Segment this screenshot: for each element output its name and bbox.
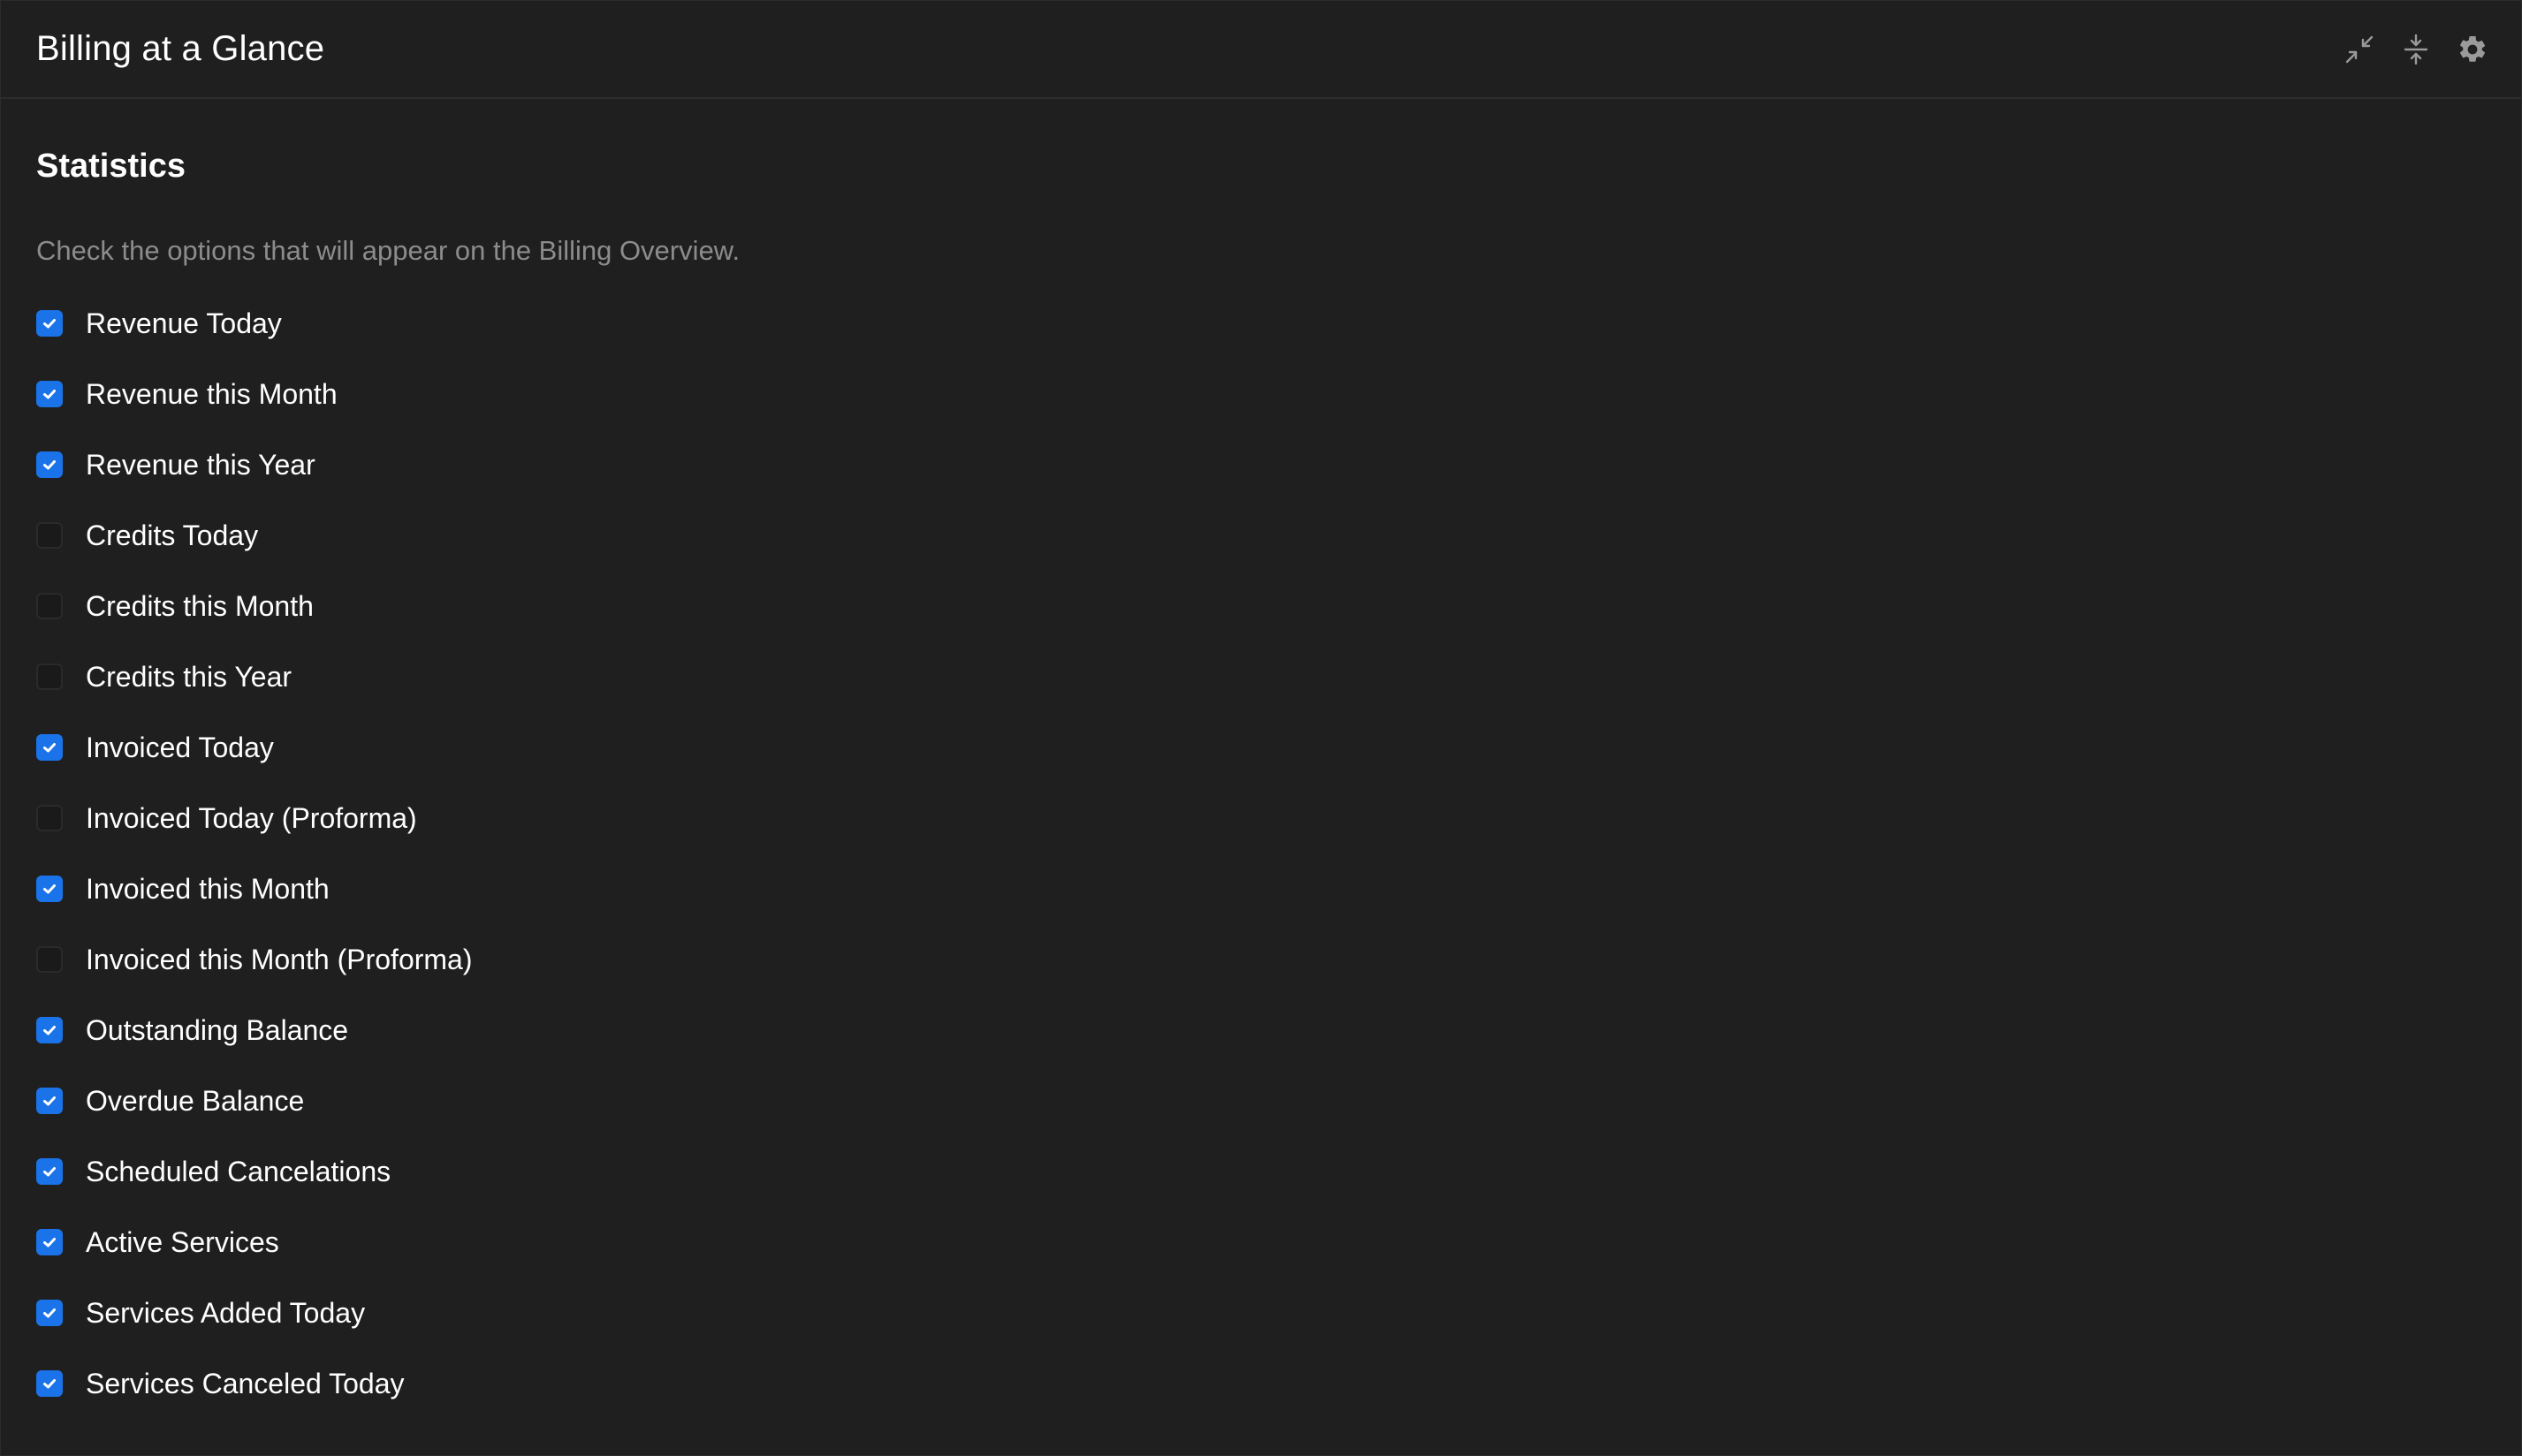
checkbox-credits-this-year[interactable] bbox=[36, 664, 63, 690]
option-label: Outstanding Balance bbox=[86, 1014, 349, 1046]
option-invoiced-today[interactable]: Invoiced Today bbox=[36, 712, 2486, 783]
checkbox-overdue-balance[interactable] bbox=[36, 1088, 63, 1114]
option-invoiced-this-month-proforma[interactable]: Invoiced this Month (Proforma) bbox=[36, 924, 2486, 995]
option-services-canceled-today[interactable]: Services Canceled Today bbox=[36, 1348, 2486, 1419]
panel-header: Billing at a Glance bbox=[1, 1, 2521, 99]
minimize-icon bbox=[2345, 35, 2374, 63]
option-services-added-today[interactable]: Services Added Today bbox=[36, 1278, 2486, 1348]
option-label: Revenue this Month bbox=[86, 378, 338, 410]
option-label: Revenue Today bbox=[86, 307, 282, 339]
minimize-button[interactable] bbox=[2343, 33, 2376, 66]
option-revenue-this-year[interactable]: Revenue this Year bbox=[36, 429, 2486, 500]
check-icon bbox=[43, 460, 56, 470]
collapse-icon bbox=[2404, 34, 2428, 64]
option-invoiced-today-proforma[interactable]: Invoiced Today (Proforma) bbox=[36, 783, 2486, 853]
check-icon bbox=[43, 743, 56, 753]
panel-title: Billing at a Glance bbox=[36, 29, 325, 68]
option-label: Credits this Month bbox=[86, 590, 314, 622]
section-description: Check the options that will appear on th… bbox=[36, 235, 741, 266]
billing-glance-panel: Billing at a Glance Statistics Check the… bbox=[0, 0, 2522, 1456]
checkbox-revenue-this-year[interactable] bbox=[36, 451, 63, 478]
checkbox-outstanding-balance[interactable] bbox=[36, 1017, 63, 1043]
checkbox-services-added-today[interactable] bbox=[36, 1300, 63, 1326]
option-invoiced-this-month[interactable]: Invoiced this Month bbox=[36, 853, 2486, 924]
checkbox-scheduled-cancelations[interactable] bbox=[36, 1158, 63, 1185]
check-icon bbox=[43, 1096, 56, 1106]
check-icon bbox=[43, 884, 56, 894]
checkbox-services-canceled-today[interactable] bbox=[36, 1370, 63, 1397]
settings-button[interactable] bbox=[2456, 33, 2489, 66]
option-scheduled-cancelations[interactable]: Scheduled Cancelations bbox=[36, 1136, 2486, 1207]
option-active-services[interactable]: Active Services bbox=[36, 1207, 2486, 1278]
checkbox-active-services[interactable] bbox=[36, 1229, 63, 1255]
option-revenue-today[interactable]: Revenue Today bbox=[36, 288, 2486, 359]
checkbox-credits-today[interactable] bbox=[36, 522, 63, 549]
check-icon bbox=[43, 1026, 56, 1035]
check-icon bbox=[43, 1167, 56, 1177]
option-credits-this-year[interactable]: Credits this Year bbox=[36, 641, 2486, 712]
checkbox-invoiced-this-month-proforma[interactable] bbox=[36, 946, 63, 973]
option-credits-today[interactable]: Credits Today bbox=[36, 500, 2486, 571]
gear-icon bbox=[2459, 35, 2486, 62]
option-label: Overdue Balance bbox=[86, 1085, 305, 1117]
checkbox-invoiced-today-proforma[interactable] bbox=[36, 805, 63, 831]
option-overdue-balance[interactable]: Overdue Balance bbox=[36, 1065, 2486, 1136]
option-label: Credits Today bbox=[86, 519, 259, 551]
check-icon bbox=[43, 1308, 56, 1318]
checkbox-credits-this-month[interactable] bbox=[36, 593, 63, 619]
section-title: Statistics bbox=[36, 148, 186, 185]
option-label: Invoiced Today (Proforma) bbox=[86, 802, 417, 834]
collapse-button[interactable] bbox=[2399, 33, 2433, 66]
panel-content: Statistics Check the options that will a… bbox=[1, 99, 2521, 1419]
option-outstanding-balance[interactable]: Outstanding Balance bbox=[36, 995, 2486, 1065]
option-label: Scheduled Cancelations bbox=[86, 1156, 391, 1187]
check-icon bbox=[43, 390, 56, 399]
check-icon bbox=[43, 1379, 56, 1389]
option-label: Credits this Year bbox=[86, 661, 292, 693]
check-icon bbox=[43, 319, 56, 329]
option-label: Revenue this Year bbox=[86, 449, 315, 481]
option-credits-this-month[interactable]: Credits this Month bbox=[36, 571, 2486, 641]
options-list: Revenue Today Revenue this Month Revenue… bbox=[36, 288, 2486, 1419]
option-revenue-this-month[interactable]: Revenue this Month bbox=[36, 359, 2486, 429]
option-label: Invoiced this Month bbox=[86, 873, 330, 905]
checkbox-revenue-today[interactable] bbox=[36, 310, 63, 337]
header-actions bbox=[2343, 33, 2489, 66]
option-label: Active Services bbox=[86, 1226, 279, 1258]
option-label: Services Added Today bbox=[86, 1297, 366, 1329]
option-label: Invoiced this Month (Proforma) bbox=[86, 944, 473, 975]
option-label: Services Canceled Today bbox=[86, 1368, 405, 1399]
option-label: Invoiced Today bbox=[86, 732, 274, 763]
checkbox-revenue-this-month[interactable] bbox=[36, 381, 63, 407]
checkbox-invoiced-today[interactable] bbox=[36, 734, 63, 761]
check-icon bbox=[43, 1238, 56, 1247]
checkbox-invoiced-this-month[interactable] bbox=[36, 876, 63, 902]
